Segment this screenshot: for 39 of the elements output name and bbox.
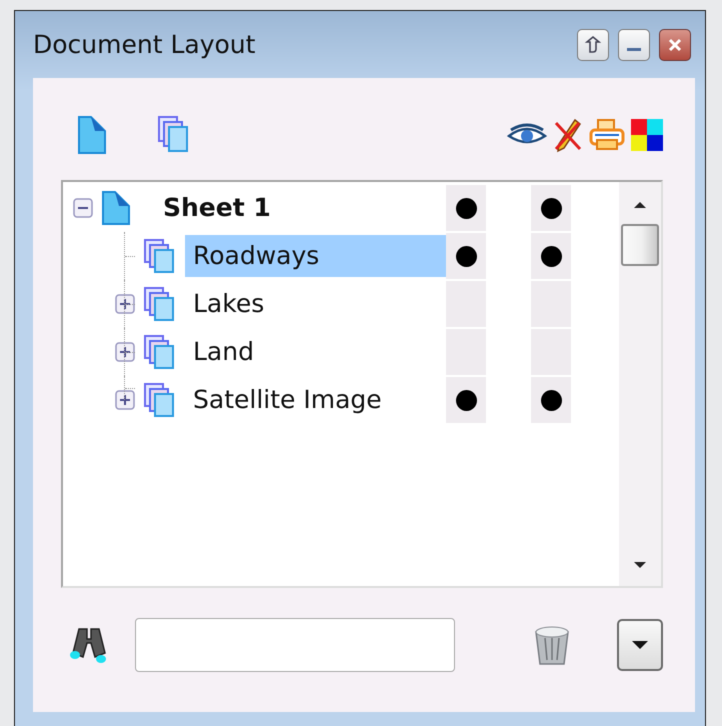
expand-icon[interactable] [115, 390, 135, 410]
page-icon [101, 190, 131, 226]
layers-icon[interactable] [157, 115, 191, 155]
tree-item[interactable]: Satellite Image [185, 379, 446, 421]
layers-icon [143, 382, 177, 418]
tree-item[interactable]: Roadways [185, 235, 446, 277]
layers-icon [143, 334, 177, 370]
search-field[interactable] [135, 618, 455, 672]
layers-icon [143, 238, 177, 274]
tree-item[interactable]: Lakes [185, 283, 446, 325]
print-toggle[interactable] [531, 377, 571, 423]
page-icon[interactable] [77, 115, 107, 155]
scrollbar[interactable] [619, 182, 661, 586]
visibility-toggle[interactable] [446, 185, 486, 231]
scroll-thumb[interactable] [621, 224, 659, 266]
expand-icon[interactable] [115, 342, 135, 362]
collapse-icon[interactable] [73, 198, 93, 218]
up-arrow-icon [582, 34, 604, 56]
print-toggle[interactable] [531, 185, 571, 231]
printer-icon [589, 117, 625, 153]
dropdown-button[interactable] [617, 619, 663, 671]
scroll-up-icon[interactable] [632, 200, 648, 210]
tree-item[interactable]: Land [185, 331, 446, 373]
color-squares-icon [631, 119, 663, 151]
close-button[interactable] [659, 28, 691, 60]
visibility-toggle[interactable] [446, 377, 486, 423]
trash-icon[interactable] [533, 624, 571, 666]
scroll-down-icon[interactable] [632, 560, 648, 570]
visibility-toggle[interactable] [446, 233, 486, 279]
expand-icon[interactable] [115, 294, 135, 314]
tree-item[interactable]: Sheet 1 [155, 187, 446, 229]
layers-icon [143, 286, 177, 322]
minimize-button[interactable] [618, 28, 650, 60]
window-title: Document Layout [33, 30, 256, 59]
pencil-x-icon [553, 117, 583, 153]
caret-icon [631, 640, 649, 650]
restore-button[interactable] [577, 28, 609, 60]
print-toggle[interactable] [531, 233, 571, 279]
minimize-icon [627, 48, 641, 51]
